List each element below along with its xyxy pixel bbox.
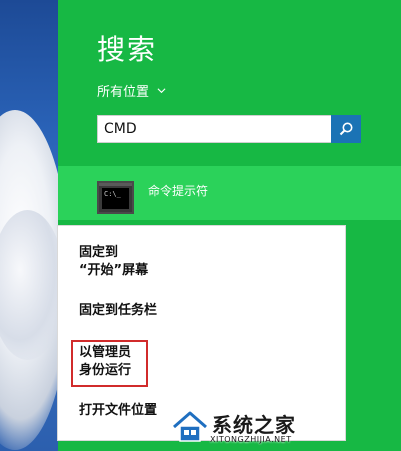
watermark: 系统之家 XITONGZHIJIA.NET xyxy=(170,405,401,451)
search-title: 搜索 xyxy=(97,33,158,66)
search-icon xyxy=(339,122,353,136)
watermark-name: 系统之家 xyxy=(212,413,296,437)
search-scope-dropdown[interactable]: 所有位置 xyxy=(97,81,166,100)
search-scope-label: 所有位置 xyxy=(97,85,150,100)
menu-item-open-file-location[interactable]: 打开文件位置 xyxy=(79,402,157,420)
command-prompt-icon: C:\_ xyxy=(97,181,134,214)
house-logo-icon xyxy=(172,410,208,442)
cloud-shape xyxy=(0,210,58,360)
chevron-down-icon xyxy=(157,88,166,94)
watermark-url: XITONGZHIJIA.NET xyxy=(210,435,292,444)
search-charm-pane: 搜索 所有位置 C:\_ 命令提示符 固定到 “开始”屏幕 固定到任务栏 xyxy=(58,0,401,451)
search-button[interactable] xyxy=(331,115,361,143)
menu-item-pin-to-taskbar[interactable]: 固定到任务栏 xyxy=(79,302,157,320)
search-result-cmd[interactable]: C:\_ 命令提示符 xyxy=(58,166,401,220)
search-input[interactable] xyxy=(98,116,330,142)
menu-item-run-as-admin[interactable]: 以管理员 身份运行 xyxy=(79,344,131,380)
search-box xyxy=(97,115,361,143)
search-result-label: 命令提示符 xyxy=(148,184,209,198)
menu-item-pin-to-start[interactable]: 固定到 “开始”屏幕 xyxy=(79,244,148,280)
desktop-background xyxy=(0,0,58,451)
